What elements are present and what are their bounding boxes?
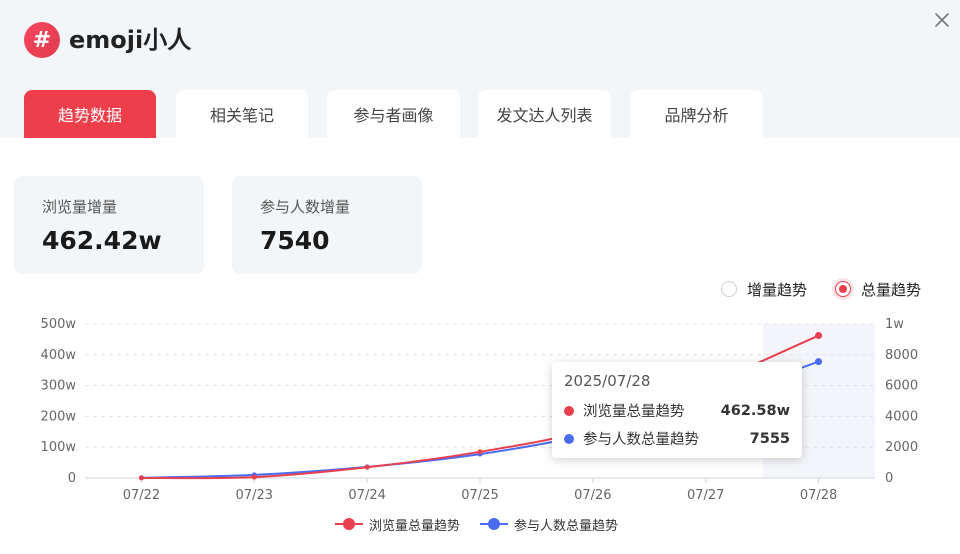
views-data-point xyxy=(138,475,144,481)
y-left-tick-label: 0 xyxy=(68,471,76,486)
stat-card-views: 浏览量增量 462.42w xyxy=(14,176,204,274)
participants-data-point xyxy=(815,358,823,366)
stat-value: 462.42w xyxy=(42,226,162,255)
topic-title: emoji小人 xyxy=(69,26,192,54)
legend-line-icon xyxy=(480,517,508,531)
x-tick-label: 07/25 xyxy=(461,488,498,503)
y-left-tick-label: 300w xyxy=(41,379,77,394)
x-tick-label: 07/28 xyxy=(800,488,837,503)
tooltip-series-name: 浏览量总量趋势 xyxy=(583,404,685,420)
views-data-point xyxy=(364,464,370,470)
participants-data-point xyxy=(364,464,370,470)
views-data-point xyxy=(815,332,823,340)
y-right-tick-label: 8000 xyxy=(885,348,918,363)
y-left-tick-label: 400w xyxy=(41,348,77,363)
y-right-tick-label: 1w xyxy=(885,317,904,332)
tab-related-notes[interactable]: 相关笔记 xyxy=(176,90,308,138)
views-data-point xyxy=(251,474,257,480)
x-tick-label: 07/22 xyxy=(123,488,160,503)
tooltip-row-participants: 参与人数总量趋势 7555 xyxy=(564,428,790,449)
participants-data-point xyxy=(251,472,257,478)
tooltip-series-name: 参与人数总量趋势 xyxy=(583,432,699,448)
tooltip-date: 2025/07/28 xyxy=(564,372,651,390)
tab-participant-profile[interactable]: 参与者画像 xyxy=(327,90,460,138)
stat-label: 参与人数增量 xyxy=(260,198,351,216)
tooltip-row-views: 浏览量总量趋势 462.58w xyxy=(564,400,790,421)
series-dot-icon xyxy=(564,405,574,416)
y-right-tick-label: 4000 xyxy=(885,409,918,424)
radio-checked-icon xyxy=(835,281,851,297)
hashtag-icon: # xyxy=(24,22,60,58)
tab-brand-analysis[interactable]: 品牌分析 xyxy=(630,90,763,138)
y-right-tick-label: 6000 xyxy=(885,379,918,394)
mode-label: 增量趋势 xyxy=(747,280,808,299)
x-tick-label: 07/26 xyxy=(574,488,611,503)
series-dot-icon xyxy=(564,433,574,444)
participants-data-point xyxy=(477,451,483,457)
mode-incremental-radio[interactable]: 增量趋势 xyxy=(721,278,807,300)
legend-item-views[interactable]: 浏览量总量趋势 xyxy=(335,513,460,535)
y-left-tick-label: 200w xyxy=(41,409,77,424)
y-right-tick-label: 0 xyxy=(885,471,893,486)
x-tick-label: 07/24 xyxy=(348,488,385,503)
mode-total-radio[interactable]: 总量趋势 xyxy=(835,278,921,300)
legend-label: 参与人数总量趋势 xyxy=(514,518,619,534)
header-bar: # emoji小人 趋势数据 相关笔记 参与者画像 发文达人列表 品牌分析 xyxy=(0,0,960,138)
legend-line-icon xyxy=(335,517,363,531)
legend-label: 浏览量总量趋势 xyxy=(369,518,461,534)
tooltip-series-value: 462.58w xyxy=(720,402,790,419)
y-left-tick-label: 100w xyxy=(41,440,77,455)
y-left-tick-label: 500w xyxy=(41,317,77,332)
stat-label: 浏览量增量 xyxy=(42,198,118,216)
legend-item-participants[interactable]: 参与人数总量趋势 xyxy=(480,513,618,535)
mode-label: 总量趋势 xyxy=(861,280,922,299)
stat-card-participants: 参与人数增量 7540 xyxy=(232,176,422,274)
tab-creator-list[interactable]: 发文达人列表 xyxy=(478,90,611,138)
close-icon[interactable] xyxy=(932,10,952,30)
participants-data-point xyxy=(138,475,144,481)
x-tick-label: 07/27 xyxy=(687,488,724,503)
y-right-tick-label: 2000 xyxy=(885,440,918,455)
x-tick-label: 07/23 xyxy=(236,488,273,503)
views-data-point xyxy=(477,449,483,455)
radio-icon xyxy=(721,281,737,297)
stat-value: 7540 xyxy=(260,226,330,255)
chart-tooltip: 2025/07/28 浏览量总量趋势 462.58w 参与人数总量趋势 7555 xyxy=(552,362,802,458)
tooltip-series-value: 7555 xyxy=(749,430,790,447)
tab-trend-data[interactable]: 趋势数据 xyxy=(24,90,156,138)
